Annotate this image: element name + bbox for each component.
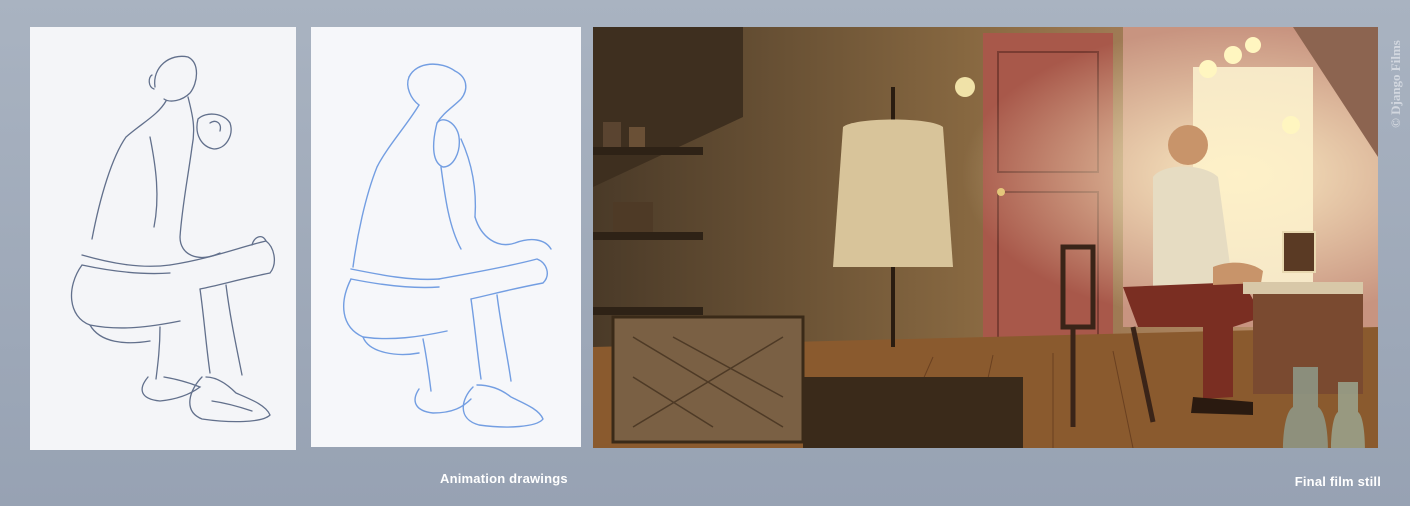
animation-drawing-rough xyxy=(30,27,296,450)
film-still-scene xyxy=(593,27,1378,448)
final-film-still xyxy=(593,27,1378,448)
caption-animation-drawings: Animation drawings xyxy=(440,471,568,486)
copyright-credit: © Django Films xyxy=(1388,40,1403,128)
rough-pencil-figure xyxy=(70,55,276,423)
animation-drawing-clean xyxy=(311,27,581,447)
caption-final-film-still: Final film still xyxy=(1294,474,1381,489)
blue-pencil-figure xyxy=(343,63,552,428)
